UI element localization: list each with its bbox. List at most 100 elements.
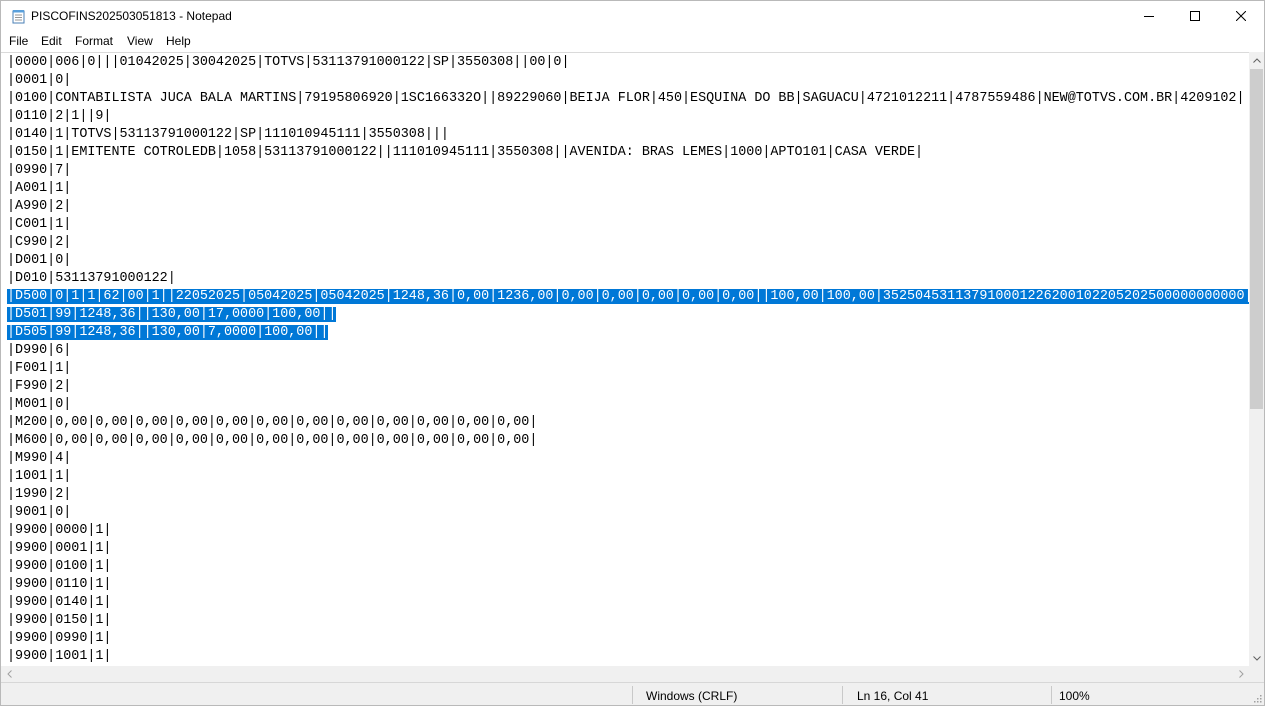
maximize-button[interactable] [1172, 1, 1218, 31]
text-line[interactable]: |0100|CONTABILISTA JUCA BALA MARTINS|791… [7, 90, 1250, 108]
line-text: |M600|0,00|0,00|0,00|0,00|0,00|0,00|0,00… [7, 433, 538, 448]
scroll-down-button[interactable] [1249, 650, 1264, 666]
status-divider [842, 686, 843, 704]
text-line[interactable]: |A990|2| [7, 198, 1250, 216]
text-line[interactable]: |9900|0000|1| [7, 522, 1250, 540]
scrollbar-corner [1249, 666, 1264, 682]
line-text: |0100|CONTABILISTA JUCA BALA MARTINS|791… [7, 91, 1245, 106]
text-line[interactable]: |0140|1|TOTVS|53113791000122|SP|11101094… [7, 126, 1250, 144]
notepad-window: PISCOFINS202503051813 - Notepad File Edi… [0, 0, 1265, 706]
minimize-button[interactable] [1126, 1, 1172, 31]
line-text: |0990|7| [7, 163, 72, 178]
line-text: |D501|99|1248,36||130,00|17,0000|100,00|… [7, 307, 337, 322]
menu-help[interactable]: Help [166, 32, 191, 52]
line-text: |F001|1| [7, 361, 72, 376]
text-line[interactable]: |9900|0150|1| [7, 612, 1250, 630]
zoom-status: 100% [1059, 689, 1090, 703]
selected-text-line[interactable]: |D505|99|1248,36||130,00|7,0000|100,00|| [7, 324, 1250, 342]
scroll-left-button[interactable] [1, 666, 17, 682]
line-text: |M001|0| [7, 397, 72, 412]
maximize-icon [1190, 11, 1200, 21]
text-line[interactable]: |1001|1| [7, 468, 1250, 486]
line-text: |D010|53113791000122| [7, 271, 176, 286]
line-ending-status: Windows (CRLF) [646, 689, 738, 703]
text-line[interactable]: |0110|2|1||9| [7, 108, 1250, 126]
line-text: |M200|0,00|0,00|0,00|0,00|0,00|0,00|0,00… [7, 415, 538, 430]
chevron-down-icon [1252, 655, 1261, 661]
line-text: |1990|2| [7, 487, 72, 502]
text-editor[interactable]: |0000|006|0|||01042025|30042025|TOTVS|53… [1, 52, 1250, 666]
vertical-scroll-thumb[interactable] [1250, 69, 1263, 409]
text-line[interactable]: |0990|7| [7, 162, 1250, 180]
scroll-right-button[interactable] [1233, 666, 1249, 682]
line-text: |C001|1| [7, 217, 72, 232]
window-title: PISCOFINS202503051813 - Notepad [31, 9, 232, 23]
text-line[interactable]: |F001|1| [7, 360, 1250, 378]
text-line[interactable]: |9900|1001|1| [7, 648, 1250, 666]
line-text: |9900|0001|1| [7, 541, 112, 556]
text-line[interactable]: |9900|0140|1| [7, 594, 1250, 612]
title-bar[interactable]: PISCOFINS202503051813 - Notepad [1, 1, 1264, 31]
text-line[interactable]: |9900|0990|1| [7, 630, 1250, 648]
chevron-up-icon [1252, 57, 1261, 63]
vertical-scrollbar[interactable] [1249, 52, 1264, 666]
menu-bar: File Edit Format View Help [1, 32, 1264, 52]
notepad-icon [12, 10, 25, 24]
menu-edit[interactable]: Edit [41, 32, 62, 52]
line-text: |9900|0990|1| [7, 631, 112, 646]
selected-text-line[interactable]: |D501|99|1248,36||130,00|17,0000|100,00|… [7, 306, 1250, 324]
status-divider [632, 686, 633, 704]
line-text: |9900|0110|1| [7, 577, 112, 592]
horizontal-scrollbar[interactable] [1, 666, 1249, 682]
text-line[interactable]: |0001|0| [7, 72, 1250, 90]
text-line[interactable]: |9900|0100|1| [7, 558, 1250, 576]
text-line[interactable]: |9900|0001|1| [7, 540, 1250, 558]
line-text: |C990|2| [7, 235, 72, 250]
close-icon [1236, 11, 1246, 21]
line-text: |0000|006|0|||01042025|30042025|TOTVS|53… [7, 55, 570, 70]
minimize-icon [1144, 16, 1154, 17]
menu-format[interactable]: Format [75, 32, 113, 52]
line-text: |D505|99|1248,36||130,00|7,0000|100,00|| [7, 325, 329, 340]
menu-file[interactable]: File [9, 32, 28, 52]
line-text: |9900|0140|1| [7, 595, 112, 610]
line-text: |F990|2| [7, 379, 72, 394]
status-divider [1051, 686, 1052, 704]
line-text: |0001|0| [7, 73, 72, 88]
text-line[interactable]: |9900|0110|1| [7, 576, 1250, 594]
line-text: |D990|6| [7, 343, 72, 358]
chevron-left-icon [6, 670, 12, 678]
line-text: |0150|1|EMITENTE COTROLEDB|1058|53113791… [7, 145, 924, 160]
text-line[interactable]: |M001|0| [7, 396, 1250, 414]
text-line[interactable]: |D001|0| [7, 252, 1250, 270]
text-line[interactable]: |M990|4| [7, 450, 1250, 468]
text-line[interactable]: |M200|0,00|0,00|0,00|0,00|0,00|0,00|0,00… [7, 414, 1250, 432]
text-line[interactable]: |D010|53113791000122| [7, 270, 1250, 288]
text-line[interactable]: |1990|2| [7, 486, 1250, 504]
scroll-up-button[interactable] [1249, 52, 1264, 68]
chevron-right-icon [1238, 670, 1244, 678]
text-line[interactable]: |F990|2| [7, 378, 1250, 396]
line-text: |D500|0|1|1|62|00|1||22052025|05042025|0… [7, 289, 1250, 304]
cursor-position-status: Ln 16, Col 41 [857, 689, 929, 703]
line-text: |M990|4| [7, 451, 72, 466]
text-line[interactable]: |0000|006|0|||01042025|30042025|TOTVS|53… [7, 54, 1250, 72]
menu-view[interactable]: View [127, 32, 153, 52]
text-line[interactable]: |C990|2| [7, 234, 1250, 252]
resize-grip-icon[interactable] [1252, 693, 1262, 703]
text-line[interactable]: |0150|1|EMITENTE COTROLEDB|1058|53113791… [7, 144, 1250, 162]
close-button[interactable] [1218, 1, 1264, 31]
text-line[interactable]: |C001|1| [7, 216, 1250, 234]
line-text: |0140|1|TOTVS|53113791000122|SP|11101094… [7, 127, 449, 142]
text-line[interactable]: |A001|1| [7, 180, 1250, 198]
selected-text-line[interactable]: |D500|0|1|1|62|00|1||22052025|05042025|0… [7, 288, 1250, 306]
line-text: |9001|0| [7, 505, 72, 520]
text-line[interactable]: |9001|0| [7, 504, 1250, 522]
status-bar: Windows (CRLF) Ln 16, Col 41 100% [1, 682, 1264, 705]
text-line[interactable]: |D990|6| [7, 342, 1250, 360]
line-text: |D001|0| [7, 253, 72, 268]
line-text: |A001|1| [7, 181, 72, 196]
text-line[interactable]: |M600|0,00|0,00|0,00|0,00|0,00|0,00|0,00… [7, 432, 1250, 450]
line-text: |A990|2| [7, 199, 72, 214]
line-text: |9900|0000|1| [7, 523, 112, 538]
